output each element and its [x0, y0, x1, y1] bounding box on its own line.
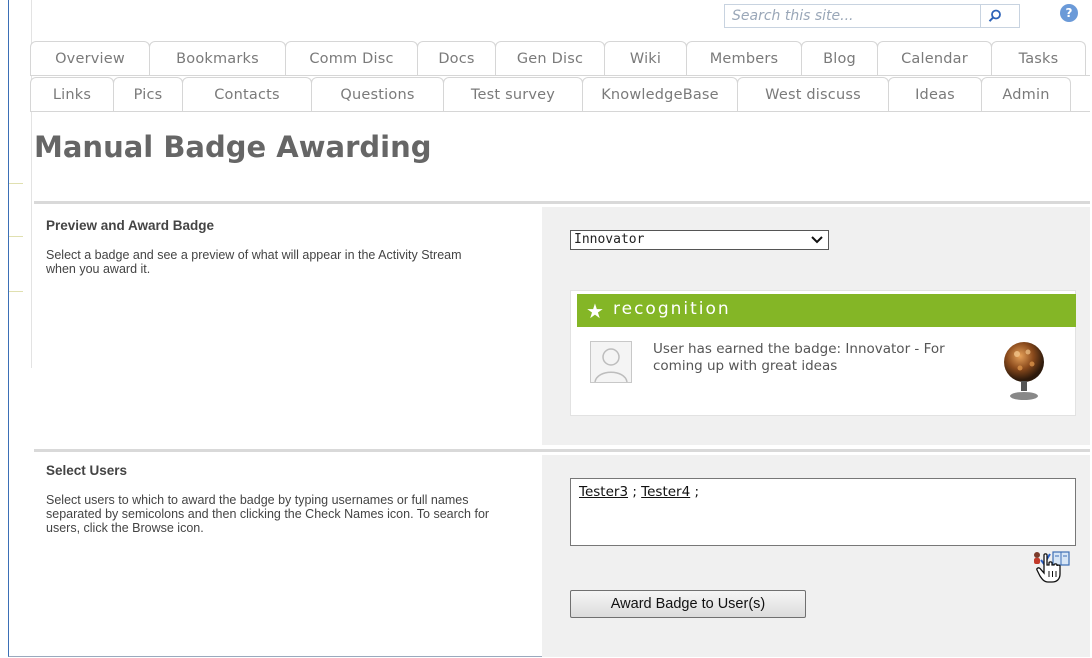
preview-section-title: Preview and Award Badge	[46, 218, 215, 233]
help-icon[interactable]: ?	[1060, 4, 1078, 22]
star-icon: ★	[586, 299, 604, 323]
page-title: Manual Badge Awarding	[34, 130, 432, 164]
avatar	[590, 341, 632, 383]
tab-questions[interactable]: Questions	[311, 77, 444, 111]
users-section-description: Select users to which to award the badge…	[46, 493, 490, 535]
tab-members[interactable]: Members	[686, 41, 802, 75]
section-divider-2	[34, 449, 1090, 452]
tab-admin[interactable]: Admin	[981, 77, 1071, 111]
users-section-title: Select Users	[46, 463, 128, 478]
award-badge-button[interactable]: Award Badge to User(s)	[570, 590, 806, 618]
tab-knowledgebase[interactable]: KnowledgeBase	[582, 77, 738, 111]
user-link-tester3[interactable]: Tester3	[579, 484, 628, 500]
badge-select[interactable]: Innovator	[570, 230, 829, 250]
badge-select-value: Innovator	[574, 232, 645, 247]
tab-overview[interactable]: Overview	[30, 41, 150, 75]
tab-bookmarks[interactable]: Bookmarks	[149, 41, 286, 75]
left-strip	[9, 0, 32, 368]
tab-west-discuss[interactable]: West discuss	[737, 77, 889, 111]
card-message: User has earned the badge: Innovator - F…	[653, 341, 945, 374]
tab-pics[interactable]: Pics	[113, 77, 183, 111]
section-divider	[34, 201, 1090, 204]
search-button[interactable]	[980, 4, 1020, 28]
search-input[interactable]: Search this site...	[724, 4, 980, 28]
hand-cursor-icon	[1036, 553, 1061, 583]
tab-calendar[interactable]: Calendar	[877, 41, 992, 75]
user-link-tester4[interactable]: Tester4	[641, 484, 690, 500]
tab-comm-disc[interactable]: Comm Disc	[285, 41, 418, 75]
user-picker-input[interactable]: Tester3 ; Tester4 ;	[570, 478, 1076, 546]
tab-links[interactable]: Links	[30, 77, 114, 111]
tab-blog[interactable]: Blog	[801, 41, 878, 75]
preview-section-description: Select a badge and see a preview of what…	[46, 248, 462, 276]
tab-contacts[interactable]: Contacts	[182, 77, 312, 111]
tab-tasks[interactable]: Tasks	[991, 41, 1086, 75]
card-header-label: recognition	[613, 299, 731, 319]
chevron-down-icon	[811, 236, 823, 244]
search-placeholder: Search this site...	[732, 8, 854, 24]
resolved-users: Tester3 ; Tester4 ;	[579, 484, 700, 500]
tab-ideas[interactable]: Ideas	[888, 77, 982, 111]
tab-row-1-baseline	[30, 75, 1090, 76]
person-icon	[594, 348, 628, 382]
tab-docs[interactable]: Docs	[417, 41, 496, 75]
tab-gen-disc[interactable]: Gen Disc	[495, 41, 605, 75]
tab-row-2-baseline	[30, 111, 1090, 112]
card-header: ★ recognition	[577, 294, 1076, 327]
tab-test-survey[interactable]: Test survey	[443, 77, 583, 111]
badge-globe-icon	[1004, 342, 1044, 400]
tab-wiki[interactable]: Wiki	[604, 41, 687, 75]
search-icon	[988, 9, 1001, 22]
